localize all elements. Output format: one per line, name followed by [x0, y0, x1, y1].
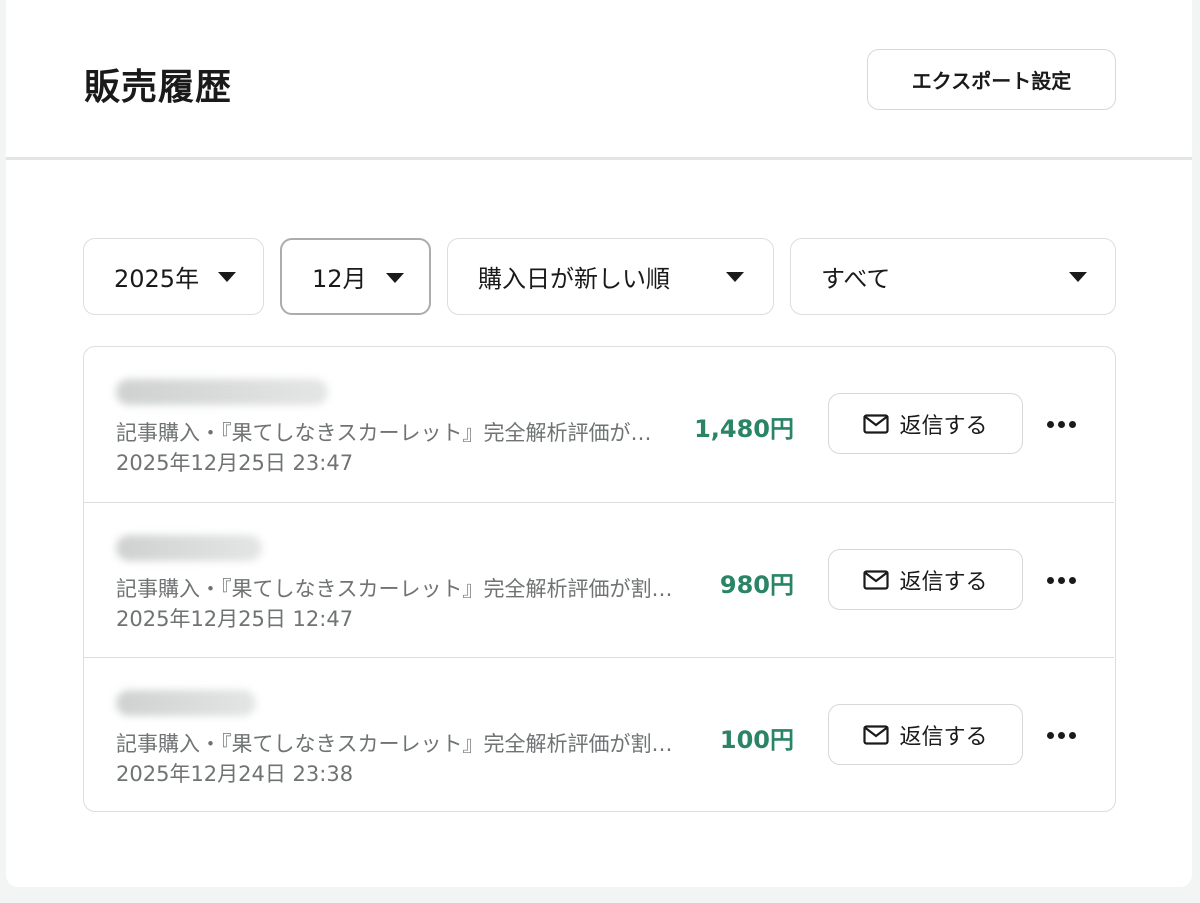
sales-row: 記事購入・『果てしなきスカーレット』完全解析評価が… 2025年12月25日 2…: [84, 347, 1114, 502]
sales-row: 記事購入・『果てしなきスカーレット』完全解析評価が割… 2025年12月25日 …: [84, 502, 1114, 657]
sort-select[interactable]: 購入日が新しい順: [447, 238, 774, 315]
caret-down-icon: [386, 273, 404, 283]
sale-description: 記事購入・『果てしなきスカーレット』完全解析評価が…: [116, 421, 652, 445]
more-horizontal-icon: [1046, 731, 1054, 739]
sort-select-value: 購入日が新しい順: [478, 265, 670, 293]
more-options-button[interactable]: [1044, 718, 1078, 752]
buyer-name-redacted: [116, 535, 262, 561]
sale-date: 2025年12月24日 23:38: [116, 762, 354, 786]
page-title: 販売履歴: [84, 67, 233, 108]
mail-icon: [863, 413, 890, 434]
export-settings-button[interactable]: エクスポート設定: [867, 49, 1116, 110]
buyer-name-redacted: [116, 379, 328, 405]
reply-button[interactable]: 返信する: [828, 704, 1023, 765]
more-horizontal-icon: [1046, 576, 1054, 584]
sale-price: 100円: [719, 726, 794, 754]
caret-down-icon: [218, 272, 236, 282]
sale-description: 記事購入・『果てしなきスカーレット』完全解析評価が割…: [116, 732, 673, 756]
reply-label: 返信する: [899, 724, 988, 750]
reply-button[interactable]: 返信する: [828, 393, 1023, 454]
more-options-button[interactable]: [1044, 407, 1078, 441]
sales-list: 記事購入・『果てしなきスカーレット』完全解析評価が… 2025年12月25日 2…: [83, 346, 1116, 812]
sale-price: 1,480円: [694, 415, 794, 443]
page-header: 販売履歴 エクスポート設定: [6, 0, 1192, 160]
more-horizontal-icon: [1046, 420, 1054, 428]
more-options-button[interactable]: [1044, 563, 1078, 597]
reply-label: 返信する: [899, 413, 988, 439]
caret-down-icon: [726, 272, 744, 282]
reply-button[interactable]: 返信する: [828, 549, 1023, 610]
sale-price: 980円: [719, 571, 794, 599]
mail-icon: [863, 724, 890, 745]
sale-date: 2025年12月25日 12:47: [116, 607, 354, 631]
month-select-value: 12月: [312, 265, 367, 293]
caret-down-icon: [1069, 272, 1087, 282]
mail-icon: [863, 569, 890, 590]
reply-label: 返信する: [899, 569, 988, 595]
sale-description: 記事購入・『果てしなきスカーレット』完全解析評価が割…: [116, 577, 673, 601]
buyer-name-redacted: [116, 690, 256, 716]
month-select[interactable]: 12月: [280, 238, 431, 315]
year-select[interactable]: 2025年: [83, 238, 264, 315]
sales-row: 記事購入・『果てしなきスカーレット』完全解析評価が割… 2025年12月24日 …: [84, 657, 1114, 811]
type-select-value: すべて: [821, 265, 891, 293]
sales-history-panel: 販売履歴 エクスポート設定 2025年 12月 購入日が新しい順 すべて 記事購…: [6, 0, 1192, 887]
year-select-value: 2025年: [114, 265, 200, 293]
sale-date: 2025年12月25日 23:47: [116, 451, 354, 475]
type-select[interactable]: すべて: [790, 238, 1116, 315]
